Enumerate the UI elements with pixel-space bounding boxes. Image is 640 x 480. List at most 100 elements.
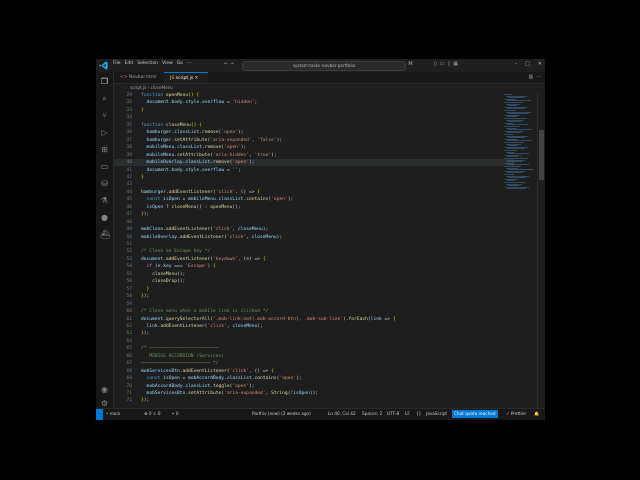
menu-file[interactable]: File bbox=[113, 61, 121, 66]
code-line[interactable]: 45 const isOpen = mobileMenu.classList.c… bbox=[114, 196, 514, 203]
explorer-icon[interactable]: ❐ bbox=[100, 77, 109, 86]
search-icon[interactable]: ⌕ bbox=[100, 94, 109, 103]
code-line[interactable]: 57 } bbox=[114, 286, 514, 293]
remote-explorer-icon[interactable]: ▭ bbox=[100, 162, 109, 171]
command-center-label: system-tasks-navbar-portfolio bbox=[292, 63, 356, 68]
account-icon[interactable]: ◉ bbox=[100, 385, 109, 394]
indentation[interactable]: Spaces: 2 bbox=[362, 409, 382, 419]
code-line[interactable]: 56 closeDrop(); bbox=[114, 278, 514, 285]
code-line[interactable]: 67 ───────────────────────── */ bbox=[114, 360, 514, 367]
code-line[interactable]: 63}); bbox=[114, 330, 514, 337]
cursor-position[interactable]: Ln 40, Col 42 bbox=[328, 409, 356, 419]
code-line[interactable]: 66 MOBILE ACCORDION (Services) bbox=[114, 353, 514, 360]
toggle-panel-icon[interactable]: ▭ bbox=[440, 61, 445, 67]
copilot-icon[interactable]: ⌘ bbox=[408, 61, 413, 67]
code-line[interactable]: 43 bbox=[114, 181, 514, 188]
close-icon[interactable]: ✕ bbox=[538, 61, 542, 67]
braces-icon[interactable]: {} bbox=[416, 409, 421, 419]
line-code: ───────────────────────── */ bbox=[141, 361, 219, 367]
command-center[interactable]: system-tasks-navbar-portfolio bbox=[242, 61, 406, 71]
code-line[interactable]: 33} bbox=[114, 107, 514, 114]
notifications-bell-icon[interactable]: 🔔 bbox=[534, 409, 539, 419]
code-line[interactable]: 68 mobServicesBtn.addEventListener('click… bbox=[114, 368, 514, 375]
tab-close-icon[interactable]: ✕ bbox=[195, 76, 199, 81]
code-line[interactable]: 70 mobAccordBody.classList.toggle('open'… bbox=[114, 383, 514, 390]
testing-icon[interactable]: ⚗ bbox=[100, 196, 109, 205]
encoding[interactable]: UTF-8 bbox=[387, 409, 399, 419]
settings-gear-icon[interactable]: ⚙ bbox=[100, 399, 109, 408]
code-line[interactable]: 52 /* Close on Escape key */ bbox=[114, 248, 514, 255]
code-line[interactable]: 69 const isOpen = mobAccordBody.classLis… bbox=[114, 375, 514, 382]
code-line[interactable]: 36 hamburger.classList.remove('open'); bbox=[114, 129, 514, 136]
problems-indicator[interactable]: ⊗ 0 ⚠ 0 bbox=[144, 409, 161, 419]
menu-selection[interactable]: Selection bbox=[137, 61, 158, 66]
code-line[interactable]: 41 document.body.style.overflow = ''; bbox=[114, 167, 514, 174]
extensions-icon[interactable]: ⊞ bbox=[100, 145, 109, 154]
customize-layout-icon[interactable]: ▦ bbox=[453, 61, 458, 67]
code-line[interactable]: 62 link.addEventListener('click', closeM… bbox=[114, 323, 514, 330]
menu-edit[interactable]: Edit bbox=[125, 61, 134, 66]
toggle-sidebar-icon[interactable]: ▯ bbox=[434, 61, 437, 67]
tab-script-js[interactable]: JS script.js ✕ bbox=[164, 72, 208, 83]
code-line[interactable]: 46 isOpen ? closeMenu() : openMenu(); bbox=[114, 204, 514, 211]
code-line[interactable]: 59 bbox=[114, 301, 514, 308]
code-line[interactable]: 61 document.querySelectorAll('.mob-link:n… bbox=[114, 316, 514, 323]
menu-more[interactable]: ··· bbox=[187, 61, 191, 66]
code-line[interactable]: 48 bbox=[114, 219, 514, 226]
code-line[interactable]: 71 mobServicesBtn.setAttribute('aria-exp… bbox=[114, 390, 514, 397]
code-line[interactable]: 40 mobileOverlay.classList.remove('open'… bbox=[114, 159, 514, 167]
minimize-icon[interactable]: – bbox=[515, 61, 518, 67]
code-line[interactable]: 53 document.addEventListener('keydown', (… bbox=[114, 256, 514, 263]
code-line[interactable]: 29 function openMenu() { bbox=[114, 92, 514, 99]
vertical-scrollbar[interactable] bbox=[537, 92, 545, 409]
line-code: mobClose.addEventListener('click', close… bbox=[141, 227, 269, 233]
breadcrumb[interactable]: script.js › closeMenu bbox=[114, 84, 545, 92]
github-icon[interactable]: ● bbox=[100, 213, 109, 222]
branch-indicator[interactable]: ⑂ main bbox=[106, 409, 120, 419]
code-line[interactable]: 54 if (e.key === 'Escape') { bbox=[114, 263, 514, 270]
end-of-line[interactable]: LF bbox=[405, 409, 410, 419]
nav-arrows[interactable]: ← → bbox=[224, 61, 234, 67]
prettier-status[interactable]: ✓ Prettier bbox=[506, 409, 526, 419]
docker-icon[interactable]: ⛴ bbox=[100, 230, 110, 239]
run-debug-icon[interactable]: ▷ bbox=[100, 128, 109, 137]
source-control-icon[interactable]: ⑂ bbox=[100, 111, 109, 120]
menu-go[interactable]: Go bbox=[177, 61, 183, 66]
code-line[interactable]: 50 mobileOverlay.addEventListener('click'… bbox=[114, 234, 514, 241]
code-line[interactable]: 42} bbox=[114, 174, 514, 181]
tab-navbar-html[interactable]: <> Navbar.html bbox=[114, 72, 164, 83]
menu-view[interactable]: View bbox=[162, 61, 173, 66]
git-blame[interactable]: Parthiv (now) (2 weeks ago) bbox=[252, 409, 311, 419]
minimap[interactable] bbox=[504, 92, 536, 409]
ports-indicator[interactable]: ⑂ 0 bbox=[172, 409, 179, 419]
split-editor-icon[interactable]: ▥ bbox=[528, 74, 533, 80]
code-editor[interactable]: 29 function openMenu() {32 document.body.… bbox=[114, 92, 545, 409]
maximize-icon[interactable]: □ bbox=[525, 61, 530, 67]
code-line[interactable]: 49 mobClose.addEventListener('click', clo… bbox=[114, 226, 514, 233]
code-line[interactable]: 60 /* Close menu when a mobile link is cl… bbox=[114, 308, 514, 315]
code-line[interactable]: 64 bbox=[114, 338, 514, 345]
code-line[interactable]: 39 mobileMenu.setAttribute('aria-hidden'… bbox=[114, 152, 514, 159]
code-line[interactable]: 58}); bbox=[114, 293, 514, 300]
code-line[interactable]: 72}); bbox=[114, 397, 514, 404]
code-line[interactable]: 51 bbox=[114, 241, 514, 248]
code-line[interactable]: 37 hamburger.setAttribute('aria-expanded… bbox=[114, 137, 514, 144]
code-line[interactable]: 47}); bbox=[114, 211, 514, 218]
remote-indicator[interactable] bbox=[96, 409, 103, 420]
line-number: 69 bbox=[126, 376, 132, 382]
more-actions-icon[interactable]: ··· bbox=[536, 74, 541, 80]
code-line[interactable]: 55 closeMenu(); bbox=[114, 271, 514, 278]
code-line[interactable]: 44 hamburger.addEventListener('click', ()… bbox=[114, 189, 514, 196]
code-line[interactable]: 34 bbox=[114, 114, 514, 121]
language-mode[interactable]: JavaScript bbox=[426, 409, 447, 419]
code-line[interactable]: 35 function closeMenu() { bbox=[114, 122, 514, 129]
line-code: }); bbox=[141, 398, 150, 404]
chat-quota-badge[interactable]: Chat quota reached bbox=[452, 410, 498, 418]
toggle-secondary-sidebar-icon[interactable]: ▯ bbox=[448, 61, 451, 67]
scrollbar-thumb[interactable] bbox=[539, 130, 544, 180]
code-line[interactable]: 65 /* ───────────────────────── bbox=[114, 345, 514, 352]
database-icon[interactable]: ⛁ bbox=[100, 179, 109, 188]
code-line[interactable]: 38 mobileMenu.classList.remove('open'); bbox=[114, 144, 514, 151]
branch-name: main bbox=[109, 411, 121, 416]
code-line[interactable]: 32 document.body.style.overflow = 'hidde… bbox=[114, 99, 514, 106]
